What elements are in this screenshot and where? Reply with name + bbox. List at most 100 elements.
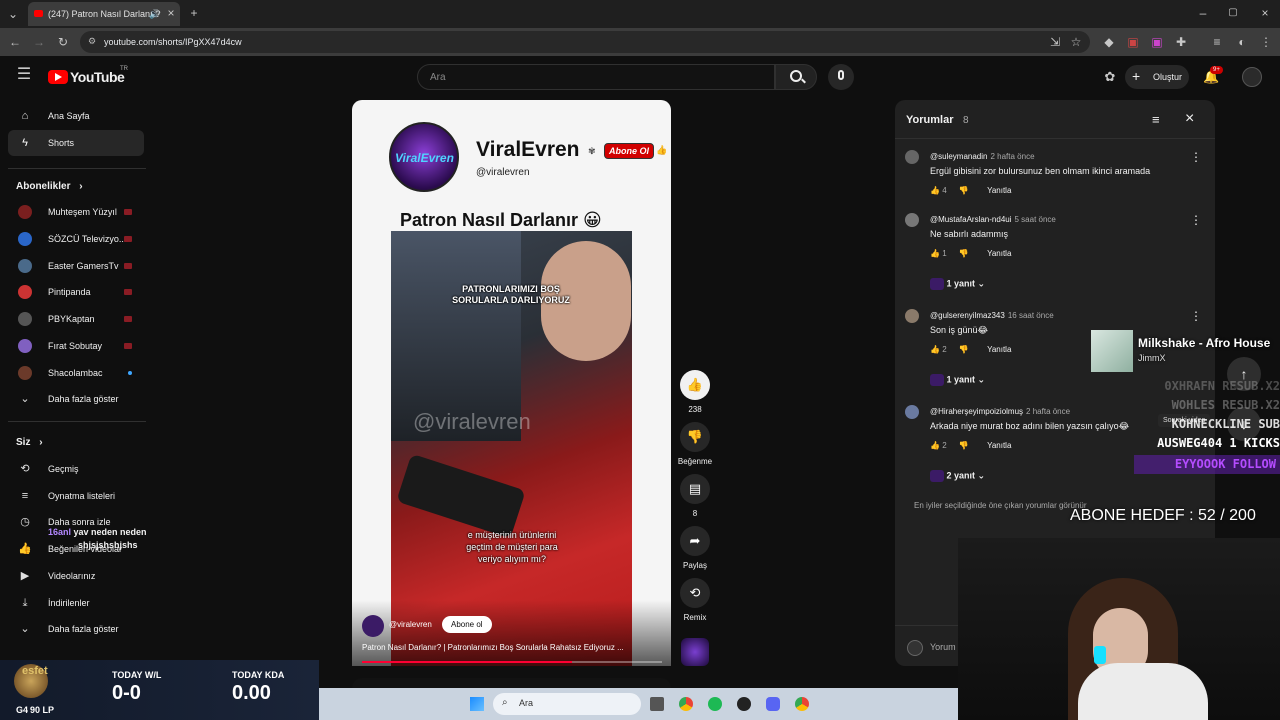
taskbar-search[interactable]: ⌕ Ara bbox=[493, 693, 641, 715]
comment-actions: 👍 1 👎 Yanıtla bbox=[930, 249, 1011, 258]
create-button[interactable]: + Oluştur bbox=[1125, 65, 1189, 89]
address-field[interactable]: ⚙ youtube.com/shorts/IPgXX47d4cw bbox=[80, 31, 1090, 53]
reply-button[interactable]: Yanıtla bbox=[987, 441, 1011, 450]
view-replies-button[interactable]: 1 yanıt ⌄ bbox=[930, 374, 1010, 386]
share-action[interactable]: ➦ Paylaş bbox=[680, 526, 710, 570]
sidebar-sub-item[interactable]: Muhteşem Yüzyıl bbox=[8, 199, 144, 225]
tab-search-icon[interactable]: ⌄ bbox=[6, 7, 20, 21]
search-input[interactable]: Ara bbox=[417, 64, 775, 90]
task-view-icon[interactable] bbox=[650, 697, 664, 711]
sidebar-item-downloads[interactable]: ⤓ İndirilenler bbox=[8, 590, 144, 616]
dislike-icon[interactable]: 👎 bbox=[959, 441, 969, 450]
progress-track[interactable] bbox=[362, 661, 662, 663]
sidebar-item-history[interactable]: ⟲ Geçmiş bbox=[8, 456, 144, 482]
forward-icon[interactable]: → bbox=[32, 35, 46, 49]
sidebar-sub-item[interactable]: Shacolambac bbox=[8, 360, 144, 386]
search-button[interactable] bbox=[775, 64, 817, 90]
subscriptions-header[interactable]: Abonelikler › bbox=[16, 181, 83, 192]
reply-button[interactable]: Yanıtla bbox=[987, 186, 1011, 195]
reply-button[interactable]: Yanıtla bbox=[987, 345, 1011, 354]
album-art bbox=[1091, 330, 1133, 372]
hamburger-menu-icon[interactable]: ☰ bbox=[16, 67, 32, 83]
sidebar-item-your-videos[interactable]: ▶ Videolarınız bbox=[8, 563, 144, 589]
footer-channel-handle[interactable]: @viralevren bbox=[389, 620, 432, 629]
view-replies-button[interactable]: 1 yanıt ⌄ bbox=[930, 278, 1010, 290]
shorts-video-player[interactable]: ViralEvren ViralEvren ✾ Abone Ol 👍 @vira… bbox=[352, 100, 671, 666]
dislike-icon[interactable]: 👎 bbox=[959, 249, 969, 258]
like-icon[interactable]: 👍 bbox=[930, 186, 940, 195]
you-header[interactable]: Siz › bbox=[16, 437, 43, 448]
reply-button[interactable]: Yanıtla bbox=[987, 249, 1011, 258]
comment-author[interactable]: @gulserenyilmaz343 bbox=[930, 311, 1005, 320]
discord-icon[interactable] bbox=[766, 697, 780, 711]
install-app-icon[interactable]: ⇲ bbox=[1048, 35, 1062, 49]
obs-icon[interactable] bbox=[737, 697, 751, 711]
like-action[interactable]: 👍 238 bbox=[680, 370, 710, 414]
show-more-subs[interactable]: ⌄ Daha fazla göster bbox=[8, 386, 144, 412]
spotify-icon[interactable] bbox=[708, 697, 722, 711]
extension-icon[interactable]: ◆ bbox=[1102, 35, 1116, 49]
comment-author[interactable]: @Hiraherşeyimpoiziolmuş bbox=[930, 407, 1023, 416]
chrome-alt-icon[interactable] bbox=[795, 697, 809, 711]
extension-2-icon[interactable]: ▣ bbox=[1126, 35, 1140, 49]
comments-action[interactable]: ▤ 8 bbox=[680, 474, 710, 518]
extension-3-icon[interactable]: ▣ bbox=[1150, 35, 1164, 49]
tab-close-icon[interactable]: × bbox=[164, 6, 178, 20]
site-info-icon[interactable]: ⚙ bbox=[88, 36, 96, 47]
close-icon[interactable]: × bbox=[1185, 110, 1194, 128]
start-icon[interactable] bbox=[470, 697, 484, 711]
dislike-icon[interactable]: 👎 bbox=[959, 345, 969, 354]
commenter-avatar[interactable] bbox=[905, 405, 919, 419]
comment-menu-icon[interactable]: ⋮ bbox=[1190, 309, 1202, 323]
back-icon[interactable]: ← bbox=[8, 35, 22, 49]
chrome-icon[interactable] bbox=[679, 697, 693, 711]
view-replies-button[interactable]: 2 yanıt ⌄ bbox=[930, 470, 1010, 482]
footer-video-title[interactable]: Patron Nasıl Darlanır? | Patronlarımızı … bbox=[362, 643, 662, 652]
commenter-avatar[interactable] bbox=[905, 213, 919, 227]
minimize-icon[interactable]: – bbox=[1196, 6, 1210, 20]
new-tab-icon[interactable]: + bbox=[187, 6, 201, 20]
sidebar-sub-item[interactable]: SÖZCÜ Televizyo... bbox=[8, 226, 144, 252]
sidebar-item-home[interactable]: ⌂ Ana Sayfa bbox=[8, 103, 144, 129]
sound-avatar[interactable] bbox=[681, 638, 709, 666]
youtube-logo[interactable]: YouTube TR bbox=[48, 66, 128, 87]
sidebar-sub-item[interactable]: Pintipanda bbox=[8, 279, 144, 305]
maximize-icon[interactable]: ▢ bbox=[1226, 6, 1240, 20]
comment-menu-icon[interactable]: ⋮ bbox=[1190, 150, 1202, 164]
channel-logo: ViralEvren bbox=[389, 122, 459, 192]
profile-icon[interactable]: ◐ bbox=[1235, 35, 1249, 49]
sidebar-item-playlists[interactable]: ≡ Oynatma listeleri bbox=[8, 483, 144, 509]
show-more-you[interactable]: ⌄ Daha fazla göster bbox=[8, 616, 144, 642]
commenter-avatar[interactable] bbox=[905, 150, 919, 164]
comment-author[interactable]: @suleymanadin bbox=[930, 152, 987, 161]
dislike-action[interactable]: 👎 Beğenme bbox=[675, 422, 715, 466]
sidebar-sub-item[interactable]: Easter GamersTv bbox=[8, 253, 144, 279]
sort-icon[interactable]: ≡ bbox=[1152, 112, 1160, 127]
close-window-icon[interactable]: × bbox=[1258, 6, 1272, 20]
footer-channel-avatar[interactable] bbox=[362, 615, 384, 637]
voice-search-button[interactable] bbox=[828, 64, 854, 90]
live-indicator bbox=[124, 316, 132, 322]
dislike-icon[interactable]: 👎 bbox=[959, 186, 969, 195]
account-avatar[interactable] bbox=[1242, 67, 1262, 87]
reading-list-icon[interactable]: ≡ bbox=[1210, 35, 1224, 49]
remix-action[interactable]: ⟲ Remix bbox=[680, 578, 710, 622]
commenter-avatar[interactable] bbox=[905, 309, 919, 323]
like-icon[interactable]: 👍 bbox=[930, 441, 940, 450]
like-icon[interactable]: 👍 bbox=[930, 249, 940, 258]
like-icon[interactable]: 👍 bbox=[930, 345, 940, 354]
phone-in-hand bbox=[396, 453, 526, 539]
tab-audio-icon[interactable]: 🔊 bbox=[148, 7, 162, 21]
bookmark-star-icon[interactable]: ☆ bbox=[1069, 35, 1083, 49]
footer-subscribe-button[interactable]: Abone ol bbox=[442, 616, 492, 633]
extensions-puzzle-icon[interactable]: ✚ bbox=[1174, 35, 1188, 49]
stream-icon[interactable]: ✿ bbox=[1103, 70, 1117, 84]
comment-menu-icon[interactable]: ⋮ bbox=[1190, 213, 1202, 227]
reload-icon[interactable]: ↻ bbox=[56, 35, 70, 49]
browser-menu-icon[interactable]: ⋮ bbox=[1259, 35, 1273, 49]
alert-line: 0XHRAFN RESUB.X2 bbox=[1164, 379, 1280, 393]
sidebar-sub-item[interactable]: Fırat Sobutay bbox=[8, 333, 144, 359]
comment-author[interactable]: @MustafaArslan-nd4ui bbox=[930, 215, 1012, 224]
sidebar-sub-item[interactable]: PBYKaptan bbox=[8, 306, 144, 332]
sidebar-item-shorts[interactable]: ϟ Shorts bbox=[8, 130, 144, 156]
